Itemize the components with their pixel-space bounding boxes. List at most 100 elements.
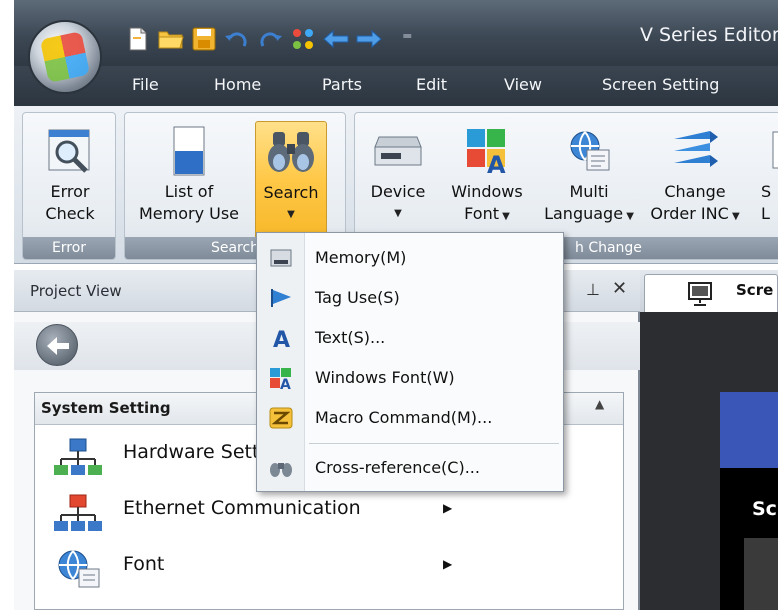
- menu-item-cross-reference-label: Cross-reference(C)...: [315, 458, 480, 477]
- canvas-block-label: Sc: [752, 498, 777, 520]
- search-dropdown-menu: Memory(M) Tag Use(S) A Text(S)... A Wind…: [256, 232, 564, 492]
- windows-font-icon: A: [270, 368, 291, 389]
- menu-item-text[interactable]: A Text(S)...: [257, 319, 563, 357]
- list-memory-use-button[interactable]: List of Memory Use: [131, 121, 247, 225]
- multi-language-label-2: Language: [544, 204, 624, 223]
- screen-tab-label: Scre: [736, 281, 774, 299]
- memory-icon: [270, 249, 292, 267]
- undo-icon[interactable]: [223, 25, 251, 53]
- menu-file[interactable]: File: [132, 75, 159, 94]
- device-button[interactable]: Device ▼: [359, 121, 437, 225]
- save-icon[interactable]: [190, 25, 218, 53]
- menu-parts[interactable]: Parts: [322, 75, 362, 94]
- title-bar: ⁼ V Series Editor: [14, 0, 778, 66]
- back-arrow-icon: [47, 337, 69, 355]
- menu-home[interactable]: Home: [214, 75, 261, 94]
- multi-language-button[interactable]: Multi Language ▼: [537, 121, 641, 228]
- menu-view[interactable]: View: [504, 75, 542, 94]
- macro-icon: [269, 407, 293, 429]
- binoculars-icon: [270, 463, 292, 477]
- menu-item-text-label: Text(S)...: [315, 328, 386, 347]
- pin-icon[interactable]: ⊥: [586, 280, 600, 299]
- list-memory-label-2: Memory Use: [138, 204, 240, 223]
- back-button[interactable]: [36, 324, 78, 366]
- project-view-title: Project View: [30, 282, 122, 300]
- qat-customize-icon[interactable]: ⁼: [402, 27, 413, 51]
- change-order-button[interactable]: Change Order INC ▼: [643, 121, 747, 228]
- submenu-arrow-icon: ▶: [443, 501, 453, 515]
- tag-flag-icon: [271, 289, 291, 307]
- multi-language-caret-icon: ▼: [623, 211, 634, 222]
- windows-font-label-2: Font: [464, 204, 499, 223]
- menu-item-macro-command[interactable]: Macro Command(M)...: [257, 399, 563, 437]
- change-order-caret-icon: ▼: [728, 211, 740, 222]
- ethernet-icon: [54, 494, 102, 531]
- monitor-icon: [688, 282, 712, 306]
- group-label-error: Error: [23, 237, 115, 259]
- tree-item-label: Font: [123, 553, 165, 575]
- search-dropdown-caret-icon: ▼: [287, 209, 295, 220]
- error-check-icon: [48, 129, 90, 173]
- cut-off-label-2: L: [761, 204, 770, 223]
- svg-text:A: A: [273, 328, 290, 349]
- menu-item-memory[interactable]: Memory(M): [257, 239, 563, 277]
- document-icon: [772, 131, 778, 169]
- search-label: Search: [263, 183, 319, 202]
- globe-book-icon: [58, 550, 100, 588]
- menu-item-tag-use[interactable]: Tag Use(S): [257, 279, 563, 317]
- system-setting-title: System Setting: [41, 399, 171, 417]
- change-order-icon: [674, 131, 718, 167]
- menu-item-windows-font[interactable]: A Windows Font(W): [257, 359, 563, 397]
- svg-text:A: A: [487, 151, 506, 175]
- device-label: Device: [370, 182, 426, 201]
- search-button[interactable]: Search ▼: [255, 121, 327, 239]
- open-folder-icon[interactable]: [157, 25, 185, 53]
- tree-item-ethernet-communication[interactable]: Ethernet Communication ▶: [53, 489, 613, 533]
- change-order-label-2: Order INC: [650, 204, 729, 223]
- error-check-label-1: Error: [50, 182, 90, 201]
- grid-tools-icon[interactable]: [289, 25, 317, 53]
- arrow-right-icon[interactable]: [355, 25, 383, 53]
- menu-item-windows-font-label: Windows Font(W): [315, 368, 455, 387]
- tree-item-font[interactable]: Font ▶: [53, 545, 613, 589]
- canvas-gray-block[interactable]: [744, 538, 778, 610]
- windows-font-icon: A: [467, 129, 506, 175]
- app-logo-icon: [39, 31, 91, 83]
- window-title: V Series Editor: [640, 24, 778, 46]
- menu-bar: File Home Parts Edit View Screen Setting: [14, 66, 778, 106]
- arrow-left-icon[interactable]: [322, 25, 350, 53]
- new-file-icon[interactable]: [124, 25, 152, 53]
- error-check-button[interactable]: Error Check: [29, 121, 111, 225]
- svg-text:A: A: [280, 377, 291, 389]
- menu-item-memory-label: Memory(M): [315, 248, 407, 267]
- menu-screen-setting[interactable]: Screen Setting: [602, 75, 719, 94]
- menu-separator: [309, 443, 559, 444]
- screen-editor-area: Scre Sc: [640, 270, 778, 610]
- binoculars-icon: [268, 132, 314, 172]
- device-icon: [374, 136, 422, 166]
- redo-icon[interactable]: [256, 25, 284, 53]
- windows-font-caret-icon: ▼: [498, 211, 510, 222]
- submenu-arrow-icon: ▶: [443, 557, 453, 571]
- close-icon[interactable]: ✕: [612, 278, 627, 299]
- network-icon: [54, 438, 102, 475]
- screen-tab-bar: Scre: [640, 270, 778, 312]
- list-memory-label-1: List of: [164, 182, 214, 201]
- multi-language-icon: [570, 131, 610, 171]
- menu-edit[interactable]: Edit: [416, 75, 447, 94]
- quick-access-toolbar: ⁼: [124, 22, 413, 56]
- menu-item-tag-use-label: Tag Use(S): [315, 288, 400, 307]
- menu-item-cross-reference[interactable]: Cross-reference(C)...: [257, 449, 563, 487]
- change-order-label-1: Change: [664, 182, 726, 201]
- windows-font-button[interactable]: A Windows Font ▼: [439, 121, 535, 228]
- error-check-label-2: Check: [45, 204, 95, 223]
- cut-off-label-1: S: [761, 182, 772, 201]
- application-button[interactable]: [28, 20, 102, 94]
- tree-item-label: Ethernet Communication: [123, 497, 361, 519]
- menu-item-macro-command-label: Macro Command(M)...: [315, 408, 493, 427]
- cut-off-button[interactable]: S L: [749, 121, 778, 225]
- collapse-icon[interactable]: ▲: [595, 397, 604, 411]
- multi-language-label-1: Multi: [569, 182, 609, 201]
- canvas-header-block[interactable]: [720, 392, 778, 468]
- ribbon-group-error: Error Check Error: [22, 112, 116, 260]
